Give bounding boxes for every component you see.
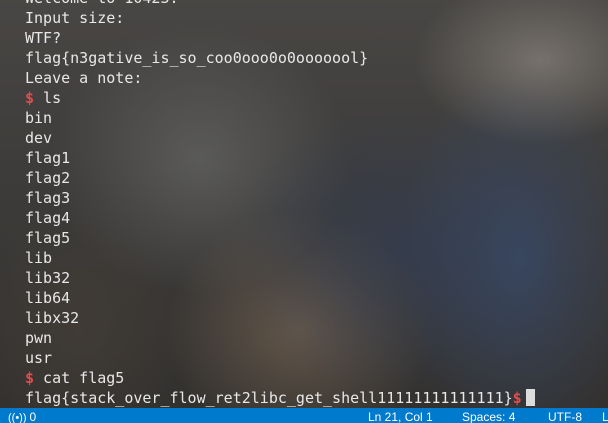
- encoding-setting[interactable]: UTF-8: [548, 409, 582, 423]
- terminal-line-text: flag1: [25, 149, 71, 167]
- terminal-line-text: flag4: [25, 209, 71, 227]
- status-bar: ((•)) 0 Ln 21, Col 1 Spaces: 4 UTF-8 L: [0, 408, 608, 423]
- terminal-line: WTF?: [25, 28, 608, 48]
- terminal-line: flag{n3gative_is_so_coo0ooo0o0ooooool}: [25, 48, 608, 68]
- terminal-line: flag4: [25, 208, 608, 228]
- shell-prompt: $: [25, 89, 35, 107]
- terminal-line-text: flag{stack_over_flow_ret2libc_get_shell1…: [25, 389, 513, 407]
- terminal-line: lib64: [25, 288, 608, 308]
- ports-count: 0: [29, 410, 37, 423]
- terminal-line-text: cat flag5: [34, 369, 125, 387]
- terminal-line: $ ls: [25, 88, 608, 108]
- terminal-line: flag2: [25, 168, 608, 188]
- terminal-line-text: flag3: [25, 189, 71, 207]
- broadcast-icon: ((•)): [8, 412, 27, 423]
- terminal-line: $ cat flag5: [25, 368, 608, 388]
- terminal-line: Welcome to 10423.: [25, 0, 608, 8]
- terminal-line-text: flag2: [25, 169, 71, 187]
- terminal-line: flag1: [25, 148, 608, 168]
- terminal-line-text: lib32: [25, 269, 71, 287]
- ports-status[interactable]: ((•)) 0: [8, 409, 36, 423]
- terminal-line-text: pwn: [25, 329, 53, 347]
- terminal-line-text: lib64: [25, 289, 71, 307]
- terminal-line: usr: [25, 348, 608, 368]
- terminal-line-text: WTF?: [25, 29, 62, 47]
- shell-prompt: $: [25, 369, 35, 387]
- terminal-line-text: Input size:: [25, 9, 125, 27]
- terminal-line: flag3: [25, 188, 608, 208]
- terminal-line-text: libx32: [25, 309, 80, 327]
- terminal-line-text: flag5: [25, 229, 71, 247]
- terminal-line-text: Leave a note:: [25, 69, 143, 87]
- terminal-line: bin: [25, 108, 608, 128]
- terminal-cursor: [525, 389, 535, 406]
- terminal-line-text: dev: [25, 129, 53, 147]
- terminal-line: libx32: [25, 308, 608, 328]
- terminal-line: Leave a note:: [25, 68, 608, 88]
- terminal-output[interactable]: Welcome to 10423. Input size: WTF? flag{n3g…: [25, 0, 608, 408]
- cursor-position[interactable]: Ln 21, Col 1: [368, 409, 433, 423]
- terminal-line: lib32: [25, 268, 608, 288]
- terminal-line: dev: [25, 128, 608, 148]
- shell-prompt: $: [512, 389, 522, 407]
- terminal-line-text: flag{n3gative_is_so_coo0ooo0o0ooooool}: [25, 49, 369, 67]
- terminal-line-text: lib: [25, 249, 53, 267]
- terminal-line-current: flag{stack_over_flow_ret2libc_get_shell1…: [25, 388, 608, 408]
- eol-setting[interactable]: L: [602, 409, 608, 423]
- terminal-window: Welcome to 10423. Input size: WTF? flag{n3g…: [0, 0, 608, 423]
- terminal-line-text: bin: [25, 109, 53, 127]
- terminal-line-text: Welcome to 10423.: [25, 0, 179, 7]
- indentation-setting[interactable]: Spaces: 4: [462, 409, 515, 423]
- terminal-line: lib: [25, 248, 608, 268]
- terminal-line-text: usr: [25, 349, 53, 367]
- terminal-line-text: ls: [34, 89, 62, 107]
- terminal-line: pwn: [25, 328, 608, 348]
- terminal-line: Input size:: [25, 8, 608, 28]
- terminal-line: flag5: [25, 228, 608, 248]
